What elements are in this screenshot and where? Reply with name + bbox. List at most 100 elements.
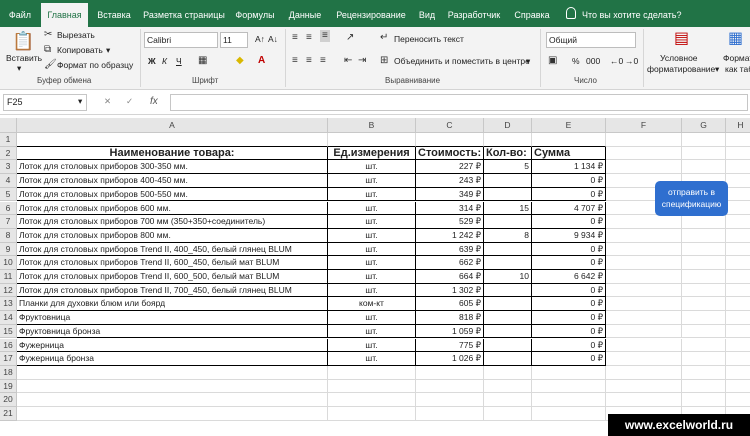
- align-bottom-icon[interactable]: ≡: [320, 30, 330, 42]
- wrap-text-button[interactable]: Переносить текст: [394, 34, 464, 44]
- table-cell[interactable]: [682, 365, 726, 380]
- table-cell[interactable]: [484, 187, 532, 202]
- table-cell[interactable]: шт.: [328, 270, 416, 284]
- merge-center-button[interactable]: Объединить и поместить в центре: [394, 56, 530, 66]
- column-header[interactable]: A: [17, 118, 328, 133]
- table-cell[interactable]: [484, 338, 532, 353]
- table-cell[interactable]: 227 ₽: [416, 160, 484, 175]
- table-cell[interactable]: [682, 338, 726, 353]
- table-cell[interactable]: [328, 133, 416, 147]
- table-cell[interactable]: [682, 256, 726, 270]
- table-cell[interactable]: 0 ₽: [532, 215, 606, 229]
- table-cell[interactable]: [484, 256, 532, 270]
- table-cell[interactable]: Лоток для столовых приборов Trend II, 60…: [17, 270, 328, 284]
- align-center-icon[interactable]: ≡: [306, 55, 312, 67]
- format-as-table-icon[interactable]: ▦: [728, 30, 743, 48]
- table-cell[interactable]: [532, 133, 606, 147]
- tab-view[interactable]: Вид: [414, 3, 440, 27]
- table-cell[interactable]: [726, 270, 750, 284]
- table-cell[interactable]: [328, 393, 416, 407]
- table-cell[interactable]: [484, 174, 532, 188]
- table-cell[interactable]: [532, 365, 606, 380]
- column-header[interactable]: G: [682, 118, 726, 133]
- table-cell[interactable]: Фруктовница бронза: [17, 324, 328, 339]
- table-cell[interactable]: Лоток для столовых приборов 600 мм.: [17, 201, 328, 216]
- name-box[interactable]: F25: [3, 94, 87, 111]
- increase-decimal-icon[interactable]: ←0: [610, 56, 623, 66]
- table-cell[interactable]: [682, 228, 726, 243]
- table-cell[interactable]: [726, 188, 750, 202]
- table-cell[interactable]: [606, 215, 682, 229]
- table-cell[interactable]: [682, 324, 726, 339]
- table-cell[interactable]: шт.: [328, 174, 416, 188]
- table-cell[interactable]: 5: [484, 160, 532, 175]
- table-cell[interactable]: [328, 365, 416, 380]
- italic-button[interactable]: К: [162, 56, 167, 66]
- tab-file[interactable]: Файл: [0, 3, 40, 27]
- table-cell[interactable]: [606, 242, 682, 257]
- tab-insert[interactable]: Вставка: [90, 3, 138, 27]
- column-header[interactable]: H: [726, 118, 750, 133]
- table-cell[interactable]: 818 ₽: [416, 311, 484, 325]
- table-cell[interactable]: [416, 365, 484, 380]
- table-cell[interactable]: Лоток для столовых приборов 300-350 мм.: [17, 160, 328, 175]
- table-cell[interactable]: [726, 243, 750, 257]
- paste-dropdown-icon[interactable]: ▾: [17, 63, 21, 74]
- table-cell[interactable]: Фруктовница: [17, 311, 328, 325]
- row-header[interactable]: 6: [0, 201, 17, 216]
- table-cell[interactable]: [606, 338, 682, 353]
- table-cell[interactable]: шт.: [328, 228, 416, 243]
- table-cell[interactable]: Фужерница бронза: [17, 352, 328, 366]
- format-as-table-button[interactable]: Формат: [723, 53, 750, 63]
- table-cell[interactable]: Лоток для столовых приборов 400-450 мм.: [17, 174, 328, 188]
- table-cell[interactable]: [416, 407, 484, 421]
- table-cell[interactable]: шт.: [328, 242, 416, 257]
- table-cell[interactable]: [484, 407, 532, 421]
- tab-home[interactable]: Главная: [41, 3, 88, 27]
- align-top-icon[interactable]: ≡: [292, 32, 298, 44]
- table-cell[interactable]: 1 242 ₽: [416, 228, 484, 243]
- table-cell[interactable]: шт.: [328, 324, 416, 339]
- formula-input[interactable]: [170, 94, 748, 111]
- send-to-spec-button[interactable]: отправить в спецификацию: [655, 181, 728, 216]
- table-cell[interactable]: [682, 160, 726, 175]
- table-cell[interactable]: [726, 256, 750, 270]
- currency-icon[interactable]: ▣: [548, 55, 557, 67]
- table-cell[interactable]: Лоток для столовых приборов Trend II, 40…: [17, 242, 328, 257]
- table-cell[interactable]: [726, 202, 750, 216]
- table-cell[interactable]: [606, 270, 682, 284]
- table-cell[interactable]: [416, 133, 484, 147]
- row-header[interactable]: 10: [0, 256, 17, 270]
- table-cell[interactable]: [484, 283, 532, 298]
- table-cell[interactable]: [682, 270, 726, 284]
- table-cell[interactable]: шт.: [328, 338, 416, 353]
- paste-icon[interactable]: 📋: [12, 31, 34, 51]
- number-format-select[interactable]: Общий: [546, 32, 636, 48]
- tab-formulas[interactable]: Формулы: [230, 3, 280, 27]
- column-header[interactable]: D: [484, 118, 532, 133]
- table-cell[interactable]: Лоток для столовых приборов Trend II, 70…: [17, 283, 328, 298]
- table-cell[interactable]: [726, 339, 750, 353]
- table-cell[interactable]: 775 ₽: [416, 338, 484, 353]
- table-cell[interactable]: Фужерница: [17, 338, 328, 353]
- table-cell[interactable]: [606, 393, 682, 407]
- enter-icon[interactable]: ✓: [126, 96, 133, 107]
- table-cell[interactable]: [682, 379, 726, 394]
- table-cell[interactable]: 662 ₽: [416, 256, 484, 270]
- row-header[interactable]: 15: [0, 324, 17, 339]
- row-header[interactable]: 13: [0, 297, 17, 312]
- row-header[interactable]: 11: [0, 270, 17, 284]
- table-cell[interactable]: 243 ₽: [416, 174, 484, 188]
- align-left-icon[interactable]: ≡: [292, 55, 298, 67]
- table-cell[interactable]: шт.: [328, 283, 416, 298]
- table-cell[interactable]: Планки для духовки блюм или боярд: [17, 297, 328, 312]
- table-cell[interactable]: 10: [484, 270, 532, 284]
- table-cell[interactable]: [484, 133, 532, 147]
- cancel-icon[interactable]: ✕: [104, 96, 111, 107]
- table-cell[interactable]: 349 ₽: [416, 187, 484, 202]
- font-color-icon[interactable]: A: [258, 55, 265, 67]
- row-header[interactable]: 1: [0, 133, 17, 147]
- row-header[interactable]: 17: [0, 352, 17, 366]
- table-cell[interactable]: шт.: [328, 215, 416, 229]
- table-cell[interactable]: [17, 379, 328, 394]
